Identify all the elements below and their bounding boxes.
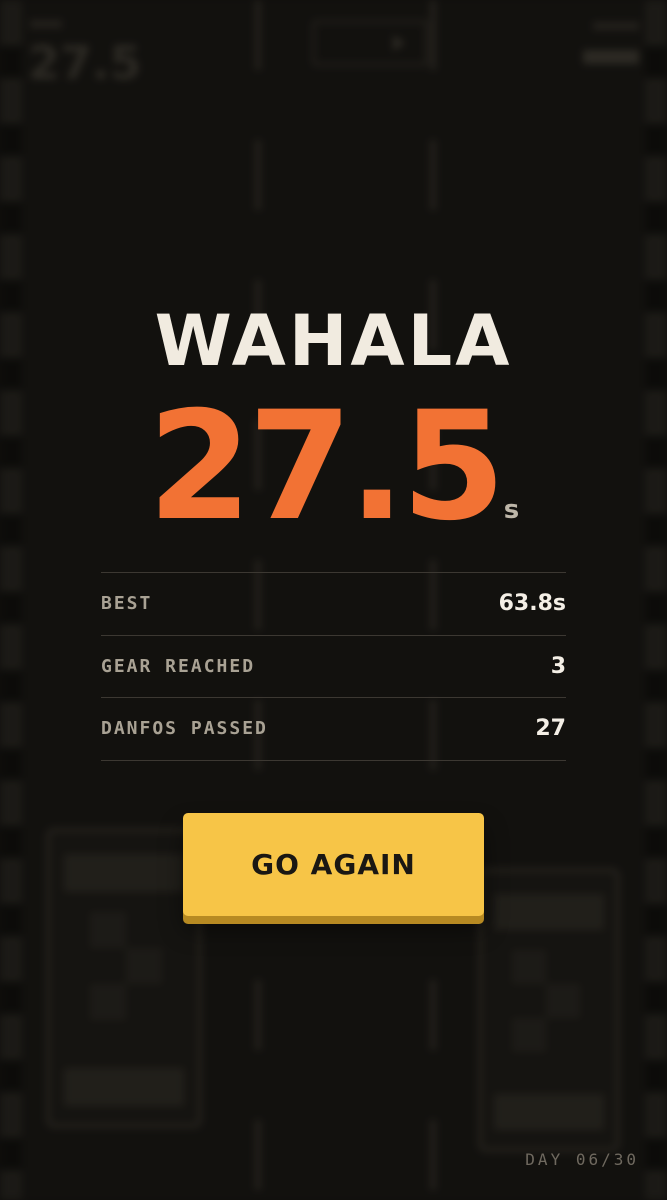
stat-label: DANFOS PASSED [101,718,268,740]
stat-value: 63.8s [498,591,566,617]
stat-row-danfos: DANFOS PASSED 27 [101,698,566,761]
result-title: WAHALA [154,300,513,382]
stat-value: 3 [550,653,566,679]
day-counter: DAY 06/30 [525,1150,639,1169]
stats-table: BEST 63.8s GEAR REACHED 3 DANFOS PASSED … [101,572,566,761]
score-value: 27.5 [147,380,506,554]
score-unit: s [503,495,520,525]
stat-row-best: BEST 63.8s [101,573,566,636]
go-again-button[interactable]: GO AGAIN [183,813,484,916]
stat-label: BEST [101,593,153,615]
stat-label: GEAR REACHED [101,655,256,677]
score-display: 27.5s [0,380,667,554]
stat-row-gear: GEAR REACHED 3 [101,636,566,698]
stat-value: 27 [535,716,566,742]
